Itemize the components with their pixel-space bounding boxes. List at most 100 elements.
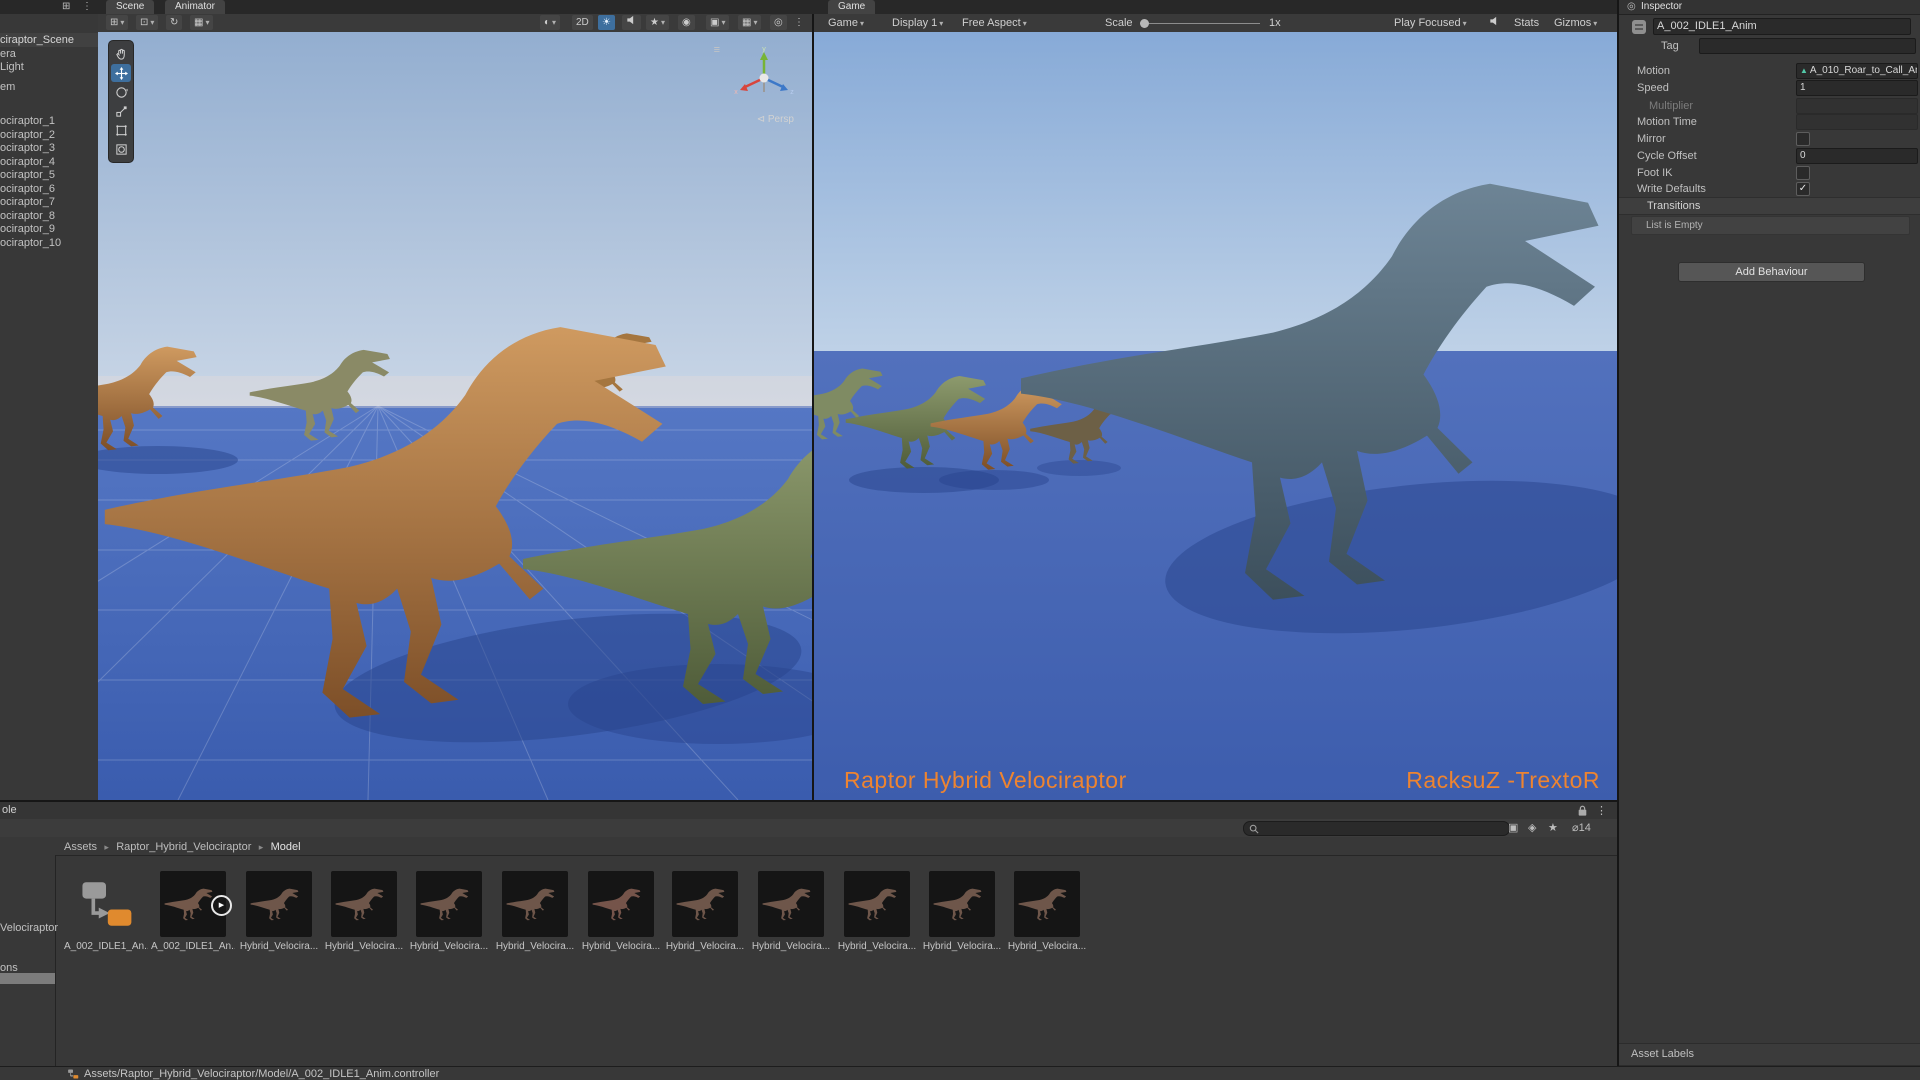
project-search[interactable] [1243,821,1510,836]
transform-tool-button[interactable] [111,140,131,158]
svg-text:y: y [762,46,766,53]
asset-item-controller[interactable]: A_002_IDLE1_An... [64,871,148,952]
audio-toggle-button[interactable] [622,15,641,30]
component-filter-dropdown[interactable]: ▣▾ [706,15,729,30]
play-focused-dropdown[interactable]: Play Focused▾ [1394,16,1467,30]
pivot-dropdown[interactable]: ⊡▾ [136,15,158,30]
gizmo-menu-icon[interactable]: ≡ [714,44,720,56]
cycle-offset-field[interactable]: 0 [1796,148,1918,164]
asset-item-model[interactable]: Hybrid_Velocira... [749,871,833,952]
tag-field[interactable] [1699,38,1916,54]
motion-time-field[interactable] [1796,114,1918,130]
grid-visibility-dropdown[interactable]: ▦▾ [190,15,213,30]
lighting-toggle-button[interactable]: ☀ [598,15,615,30]
hand-tool-button[interactable] [111,45,131,63]
breadcrumb-assets[interactable]: Assets [64,841,97,853]
asset-item-model[interactable]: Hybrid_Velocira... [493,871,577,952]
speed-field[interactable]: 1 [1796,80,1918,96]
hierarchy-item-velociraptor-5[interactable]: ociraptor_5 [0,169,55,182]
asset-item-model[interactable]: Hybrid_Velocira... [237,871,321,952]
asset-labels-section[interactable]: Asset Labels [1619,1043,1920,1066]
hidden-count-toggle[interactable]: ⌀14 [1572,821,1591,834]
write-defaults-checkbox[interactable]: ✓ [1796,182,1810,196]
multiplier-field[interactable] [1796,98,1918,114]
move-tool-button[interactable] [111,64,131,82]
speed-label: Speed [1637,80,1669,96]
play-preview-icon[interactable]: ▶ [211,895,232,916]
asset-item-model[interactable]: Hybrid_Velocira... [835,871,919,952]
hierarchy-scene-header[interactable]: ciraptor_Scene [0,33,98,47]
asset-item-model[interactable]: Hybrid_Velocira... [663,871,747,952]
orientation-gizmo[interactable]: y x z [732,46,796,110]
inspector-tab-icon: ◎ [1627,1,1636,12]
object-name-field[interactable]: A_002_IDLE1_Anim [1653,18,1911,35]
draw-mode-dropdown[interactable]: ◐▾ [540,15,560,30]
hierarchy-item-velociraptor-4[interactable]: ociraptor_4 [0,156,55,169]
console-tab-partial[interactable]: ole [2,804,17,816]
scale-slider[interactable] [1140,16,1260,30]
asset-item-anim[interactable]: ▶ A_002_IDLE1_An... [151,871,235,952]
game-view-dropdown[interactable]: Game▾ [828,16,864,30]
effects-dropdown[interactable]: ★▾ [646,15,669,30]
tab-game[interactable]: Game [828,0,875,14]
mirror-checkbox[interactable] [1796,132,1810,146]
rect-tool-button[interactable] [111,121,131,139]
tab-animator[interactable]: Animator [165,0,225,14]
hierarchy-item-velociraptor-7[interactable]: ociraptor_7 [0,196,55,209]
scale-tool-button[interactable] [111,102,131,120]
search-by-type-icon[interactable]: ▣ [1508,821,1518,834]
hierarchy-options-icon[interactable]: ⊞ [62,1,70,12]
lock-icon[interactable] [1577,804,1588,817]
perspective-label[interactable]: ⊲ Persp [757,114,794,125]
inspector-tab[interactable]: ◎ Inspector [1619,0,1920,15]
hierarchy-item-velociraptor-8[interactable]: ociraptor_8 [0,210,55,223]
selected-asset-path[interactable]: Assets/Raptor_Hybrid_Velociraptor/Model/… [84,1067,439,1080]
aspect-dropdown[interactable]: Free Aspect▾ [962,16,1027,30]
hierarchy-menu-icon[interactable]: ⋮ [82,1,92,12]
breadcrumb-model[interactable]: Model [271,841,301,853]
hierarchy-item-velociraptor-2[interactable]: ociraptor_2 [0,129,55,142]
asset-item-model[interactable]: Hybrid_Velocira... [920,871,1004,952]
scene-toolbar-menu-icon[interactable]: ⋮ [790,15,808,30]
scale-slider-knob[interactable] [1140,19,1149,28]
hierarchy-item-light[interactable]: Light [0,61,24,74]
camera-settings-dropdown[interactable]: ▦▾ [738,15,761,30]
game-viewport[interactable]: Raptor Hybrid Velociraptor RacksuZ -Trex… [814,32,1619,800]
display-dropdown[interactable]: Display 1▾ [892,16,943,30]
tab-scene[interactable]: Scene [106,0,154,14]
toggle-2d-button[interactable]: 2D [572,15,593,30]
hierarchy-item-velociraptor-9[interactable]: ociraptor_9 [0,223,55,236]
project-menu-icon[interactable]: ⋮ [1596,804,1607,817]
hierarchy-item-camera[interactable]: era [0,48,16,61]
stats-button[interactable]: Stats [1514,16,1539,30]
asset-item-model[interactable]: Hybrid_Velocira... [322,871,406,952]
motion-object-field[interactable]: ▲A_010_Roar_to_Call_Anim [1796,63,1918,79]
gizmos-dropdown[interactable]: Gizmos▾ [1554,16,1597,30]
scene-visibility-toggle[interactable]: ◉ [678,15,695,30]
asset-item-model[interactable]: Hybrid_Velocira... [1005,871,1089,952]
transitions-header[interactable]: Transitions [1619,197,1920,215]
asset-item-model[interactable]: Hybrid_Velocira... [579,871,663,952]
rotation-snap-button[interactable]: ↻ [166,15,182,30]
mirror-row: Mirror [1619,131,1920,147]
breadcrumb-folder[interactable]: Raptor_Hybrid_Velociraptor [116,841,251,853]
scene-viewport[interactable]: ≡ y x z ⊲ Persp [98,32,812,800]
hierarchy-item-velociraptor-3[interactable]: ociraptor_3 [0,142,55,155]
add-behaviour-button[interactable]: Add Behaviour [1678,262,1865,282]
motion-time-row: Motion Time [1619,114,1920,130]
rotate-tool-button[interactable] [111,83,131,101]
tree-item-velociraptor[interactable]: Velociraptor [0,922,58,935]
favorites-star-icon[interactable]: ★ [1548,821,1558,834]
tree-selected-item[interactable] [0,973,55,984]
mute-audio-button[interactable] [1489,16,1500,30]
hierarchy-item-velociraptor-10[interactable]: ociraptor_10 [0,237,61,250]
search-input[interactable] [1263,823,1504,834]
hierarchy-item-velociraptor-1[interactable]: ociraptor_1 [0,115,55,128]
hierarchy-item-velociraptor-6[interactable]: ociraptor_6 [0,183,55,196]
foot-ik-checkbox[interactable] [1796,166,1810,180]
search-by-label-icon[interactable]: ◈ [1528,821,1536,834]
hierarchy-item-system[interactable]: em [0,81,15,94]
gizmo-settings-button[interactable]: ◎ [770,15,787,30]
asset-item-model[interactable]: Hybrid_Velocira... [407,871,491,952]
grid-snap-dropdown[interactable]: ⊞▾ [106,15,128,30]
